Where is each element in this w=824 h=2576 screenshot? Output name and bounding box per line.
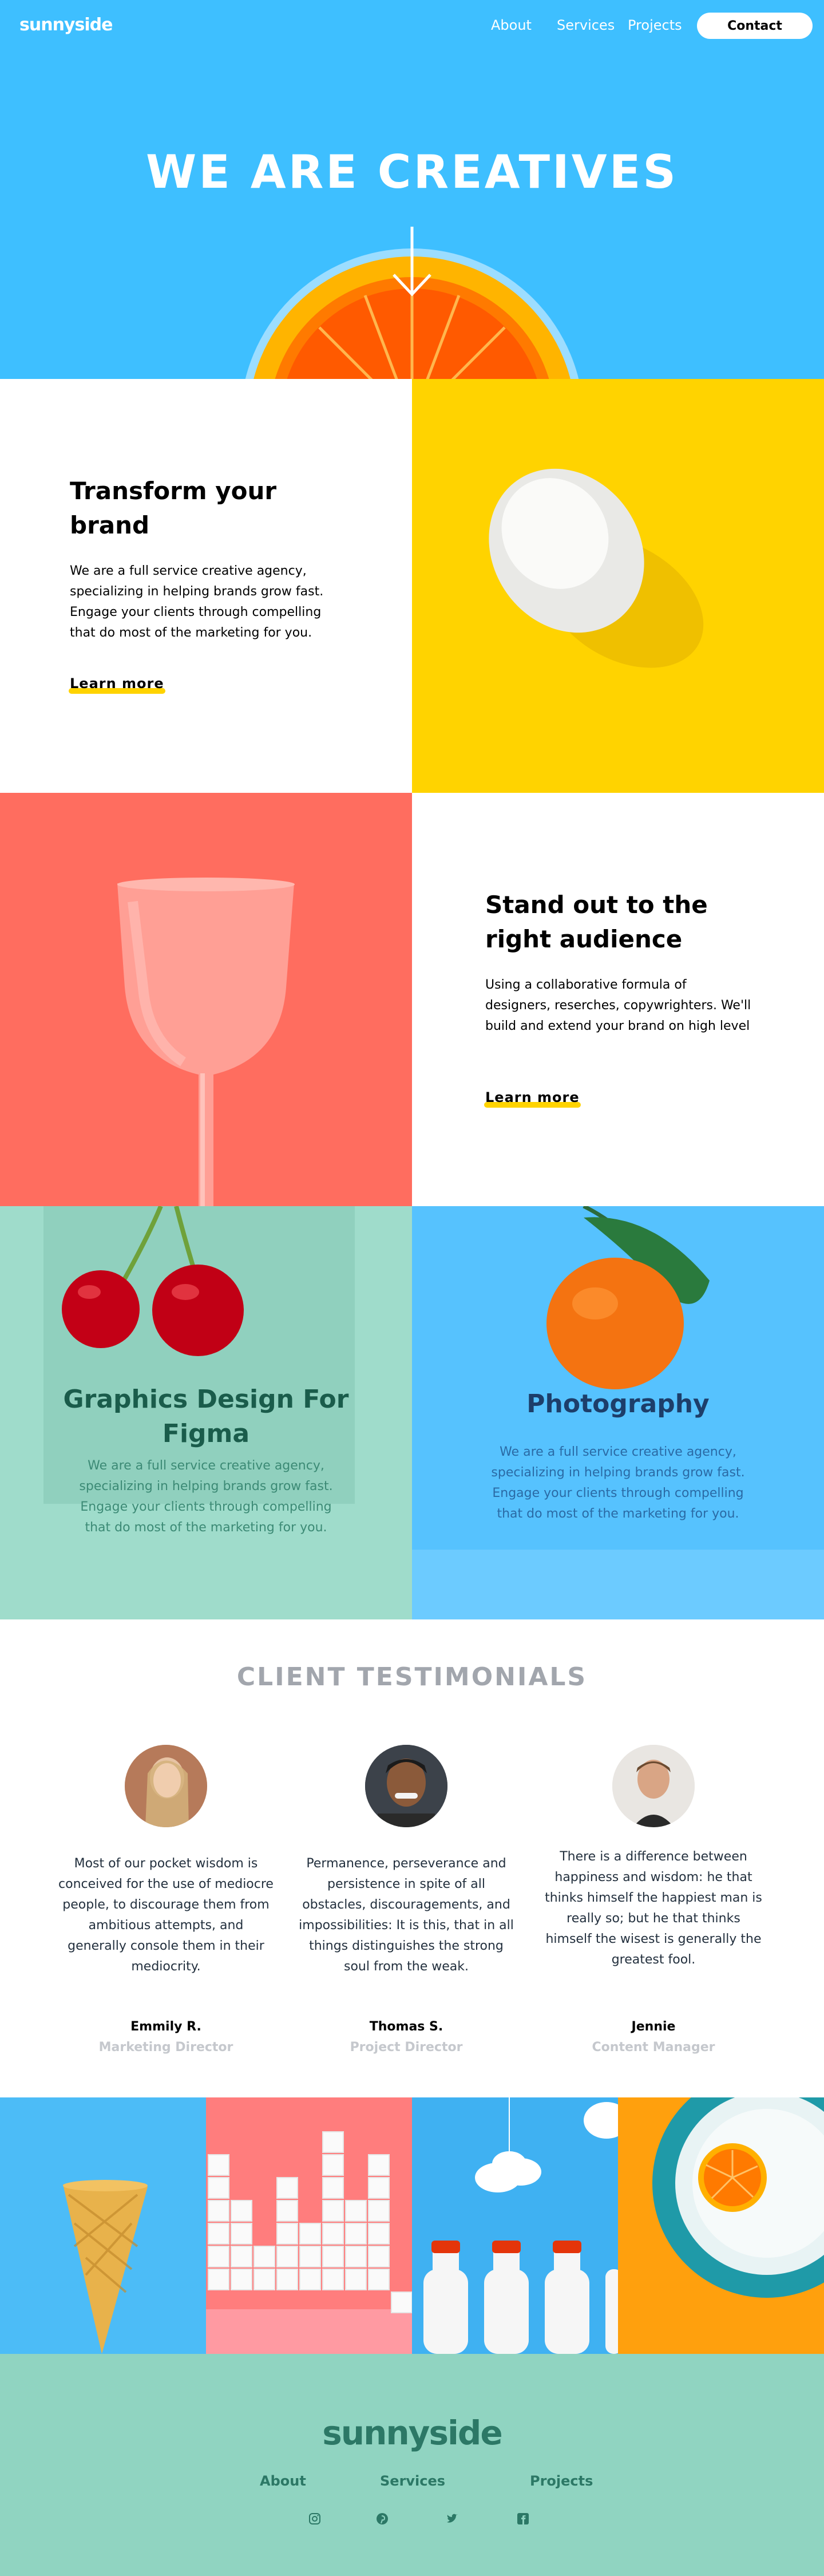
transform-learn-more-link[interactable]: Learn more: [69, 675, 165, 694]
egg-image: [489, 468, 704, 668]
avatar-photo: [612, 1745, 695, 1827]
egg-image-tile: [412, 379, 824, 793]
cup-image: [117, 878, 295, 1206]
ice-cream-cone-image: [0, 2097, 206, 2354]
stand-out-section: Stand out to the right audience Using a …: [412, 793, 824, 1206]
photography-text: We are a full service creative agency, s…: [491, 1445, 745, 1521]
arrow-down-icon[interactable]: [390, 224, 434, 299]
testimonial-name: Emmily R.: [130, 2020, 201, 2034]
nav-about-link[interactable]: About: [491, 17, 532, 33]
gallery-sugar-cubes: [206, 2097, 412, 2354]
footer-services-link[interactable]: Services: [380, 2473, 445, 2489]
transform-title: Transform your brand: [70, 477, 277, 539]
stand-out-learn-more-link[interactable]: Learn more: [484, 1089, 581, 1108]
hero-title: WE ARE CREATIVES: [146, 145, 678, 199]
footer-logo[interactable]: sunnyside: [0, 2413, 824, 2452]
testimonial-name: Thomas S.: [369, 2020, 443, 2034]
orange-plate-image: [618, 2097, 824, 2354]
sugar-cubes-image: [206, 2097, 412, 2354]
instagram-icon[interactable]: [308, 2512, 322, 2526]
gallery-milk-bottles: [412, 2097, 618, 2354]
gallery-orange-plate: [618, 2097, 824, 2354]
graphic-design-title: Graphics Design For Figma: [63, 1385, 349, 1448]
header-logo[interactable]: sunnyside: [19, 15, 113, 35]
contact-button[interactable]: Contact: [697, 13, 813, 39]
testimonial-name: Jennie: [631, 2020, 676, 2034]
hero-section: sunnyside About Services Projects Contac…: [0, 0, 824, 379]
testimonial-quote: Permanence, perseverance and persistence…: [299, 1856, 514, 1974]
nav-services-link[interactable]: Services: [557, 17, 615, 33]
avatar-photo: [125, 1745, 207, 1827]
photography-card: Photography We are a full service creati…: [412, 1206, 824, 1619]
gallery-ice-cream: [0, 2097, 206, 2354]
stand-out-text: Using a collaborative formula of designe…: [485, 978, 751, 1033]
testimonial-quote: Most of our pocket wisdom is conceived f…: [58, 1856, 274, 1974]
avatar-jennie: [612, 1745, 695, 1827]
testimonial-role: Marketing Director: [98, 2040, 233, 2055]
milk-bottles-image: [412, 2097, 618, 2354]
testimonial-role: Project Director: [350, 2040, 463, 2055]
transform-section: Transform your brand We are a full servi…: [0, 379, 412, 793]
learn-more-label: Learn more: [70, 675, 164, 692]
avatar-thomas: [365, 1745, 447, 1827]
footer-about-link[interactable]: About: [260, 2473, 306, 2489]
nav-projects-link[interactable]: Projects: [628, 17, 682, 33]
avatar-photo: [365, 1745, 447, 1827]
twitter-icon[interactable]: [445, 2512, 459, 2526]
footer-projects-link[interactable]: Projects: [530, 2473, 593, 2489]
graphic-design-card: Graphics Design For Figma We are a full …: [0, 1206, 412, 1619]
facebook-icon[interactable]: [516, 2512, 530, 2526]
transform-text: We are a full service creative agency, s…: [70, 564, 324, 640]
graphic-design-text: We are a full service creative agency, s…: [79, 1459, 333, 1535]
avatar-emmily: [125, 1745, 207, 1827]
testimonial-role: Content Manager: [592, 2040, 715, 2055]
photography-title: Photography: [526, 1389, 710, 1419]
footer: sunnyside About Services Projects: [0, 2354, 824, 2576]
learn-more-label: Learn more: [485, 1089, 580, 1105]
testimonial-quote: There is a difference between happiness …: [545, 1850, 762, 1967]
stand-out-title: Stand out to the right audience: [485, 891, 708, 953]
testimonials-title: CLIENT TESTIMONIALS: [236, 1662, 588, 1692]
pinterest-icon[interactable]: [375, 2512, 389, 2526]
cup-image-tile: [0, 793, 412, 1206]
